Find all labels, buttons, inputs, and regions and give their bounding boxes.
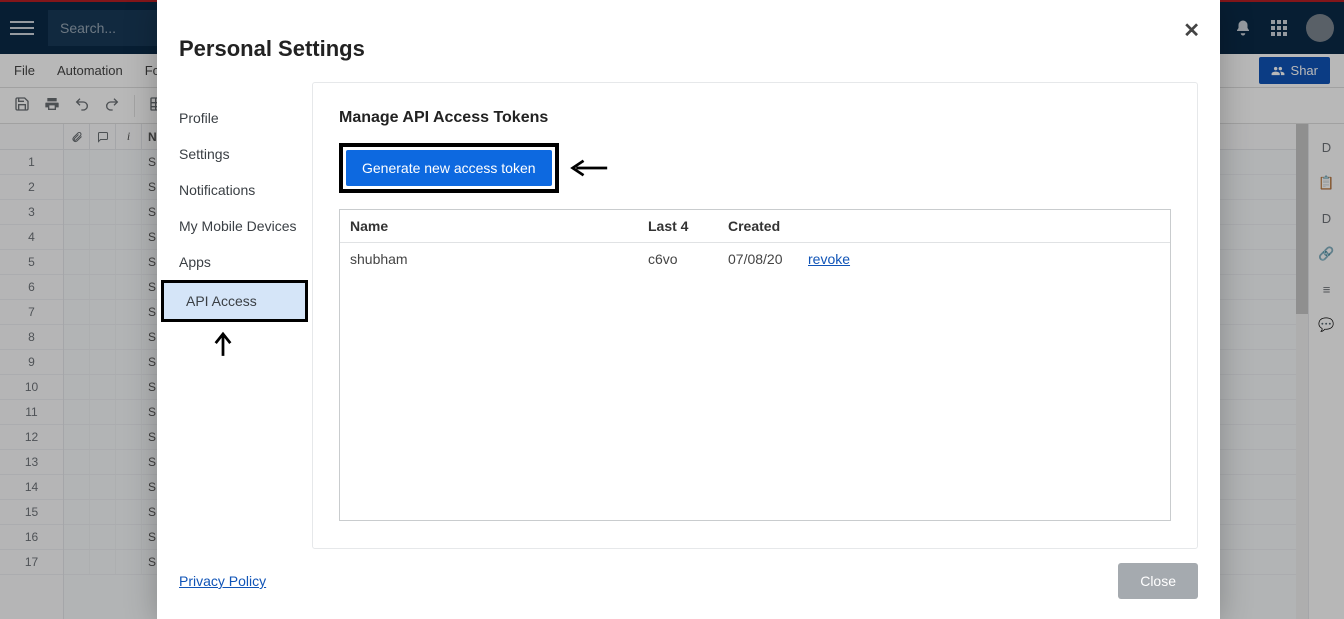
- privacy-link[interactable]: Privacy Policy: [179, 573, 266, 589]
- modal-body: Profile Settings Notifications My Mobile…: [157, 62, 1220, 549]
- generate-token-button[interactable]: Generate new access token: [346, 150, 552, 186]
- close-icon[interactable]: ✕: [1183, 18, 1200, 43]
- callout-highlight-box: API Access: [161, 280, 308, 322]
- th-last4: Last 4: [638, 210, 718, 242]
- nav-profile[interactable]: Profile: [157, 100, 312, 136]
- th-name: Name: [340, 210, 638, 242]
- cell-created: 07/08/20: [718, 243, 798, 275]
- content-panel: Manage API Access Tokens Generate new ac…: [312, 82, 1198, 549]
- callout-arrow-up-icon: [212, 330, 234, 358]
- callout-arrow-left-icon: [569, 157, 609, 179]
- modal-footer: Privacy Policy Close: [157, 549, 1220, 619]
- modal-title: Personal Settings: [157, 0, 1220, 62]
- token-table: Name Last 4 Created shubhamc6vo07/08/20 r…: [339, 209, 1171, 521]
- nav-notifications[interactable]: Notifications: [157, 172, 312, 208]
- cell-last4: c6vo: [638, 243, 718, 275]
- th-action: [798, 210, 868, 242]
- revoke-link[interactable]: revoke: [808, 251, 850, 267]
- cell-name: shubham: [340, 243, 638, 275]
- nav-api-access[interactable]: API Access: [164, 283, 305, 319]
- th-created: Created: [718, 210, 798, 242]
- generate-highlight-box: Generate new access token: [339, 143, 559, 193]
- close-button[interactable]: Close: [1118, 563, 1198, 599]
- settings-nav: Profile Settings Notifications My Mobile…: [157, 82, 312, 549]
- content-heading: Manage API Access Tokens: [339, 109, 1171, 127]
- table-row: shubhamc6vo07/08/20 revoke: [340, 243, 1170, 275]
- nav-settings[interactable]: Settings: [157, 136, 312, 172]
- nav-mobile-devices[interactable]: My Mobile Devices: [157, 208, 312, 244]
- settings-modal: ✕ Personal Settings Profile Settings Not…: [157, 0, 1220, 619]
- table-header-row: Name Last 4 Created: [340, 210, 1170, 243]
- nav-apps[interactable]: Apps: [157, 244, 312, 280]
